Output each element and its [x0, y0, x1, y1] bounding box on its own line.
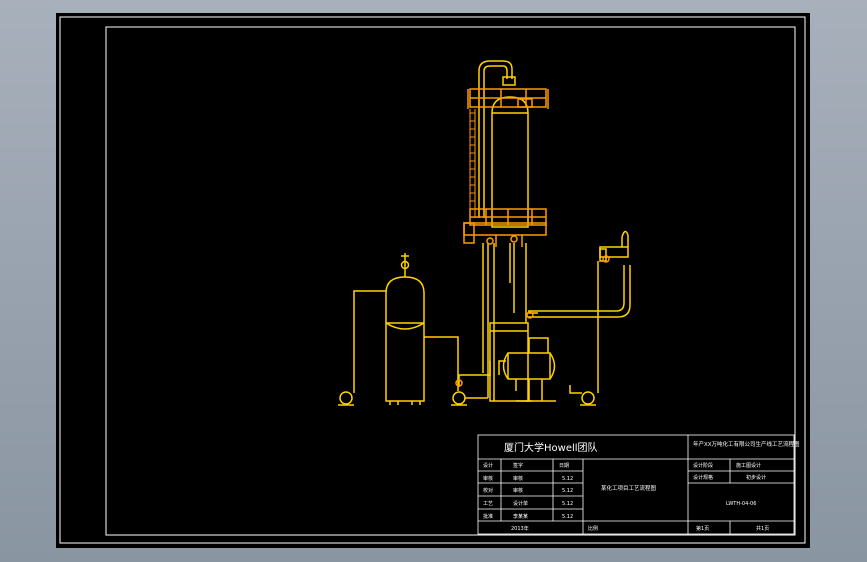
row-role: 校对	[483, 487, 493, 494]
org-name: 厦门大学Howell团队	[504, 441, 598, 454]
row-date: 5.12	[562, 514, 573, 520]
equipment-drawing	[338, 60, 631, 406]
spec-value: 初步设计	[746, 474, 766, 481]
sheet-number: 第1页	[696, 525, 709, 532]
row-name: 签字	[513, 462, 523, 469]
stage-label: 设计阶段	[693, 462, 713, 469]
distillation-column	[478, 60, 608, 402]
drawing-sheet: 厦门大学Howell团队 年产XX万吨化工有限公司生产线工艺流程图 设计 签字 …	[56, 13, 810, 548]
row-date: 5.12	[562, 488, 573, 494]
lower-platform	[463, 208, 547, 247]
spec-label: 设计规格	[693, 474, 713, 481]
title-block-text: 厦门大学Howell团队 年产XX万吨化工有限公司生产线工艺流程图 设计 签字 …	[483, 440, 800, 532]
sheet-total: 共1页	[756, 525, 769, 532]
row-role: 批准	[483, 513, 493, 520]
left-storage-tank	[338, 253, 491, 406]
right-condenser	[569, 230, 631, 406]
row-name: 审核	[513, 475, 523, 482]
row-role: 审核	[483, 475, 493, 482]
scale-label: 比例	[588, 525, 598, 532]
process-drawing: 厦门大学Howell团队 年产XX万吨化工有限公司生产线工艺流程图 设计 签字 …	[59, 16, 806, 544]
cad-viewport[interactable]: 厦门大学Howell团队 年产XX万吨化工有限公司生产线工艺流程图 设计 签字 …	[0, 0, 867, 562]
row-name: 设计单	[513, 500, 528, 507]
row-date: 5.12	[562, 501, 573, 507]
row-date: 日期	[559, 463, 569, 469]
row-name: 审核	[513, 487, 523, 494]
stage-value: 施工图设计	[736, 462, 761, 469]
row-date: 5.12	[562, 476, 573, 482]
ladder	[469, 109, 476, 218]
row-name: 李某某	[513, 513, 528, 520]
row-role: 设计	[483, 462, 493, 469]
horizontal-drum	[502, 337, 556, 402]
project-name: 年产XX万吨化工有限公司生产线工艺流程图	[693, 440, 800, 448]
upper-platform	[467, 88, 549, 109]
drawing-name: 某化工项目工艺流程图	[601, 484, 657, 492]
year: 2013年	[511, 525, 529, 532]
drawing-number: LWTH-04-06	[726, 501, 756, 507]
row-role: 工艺	[483, 501, 493, 507]
